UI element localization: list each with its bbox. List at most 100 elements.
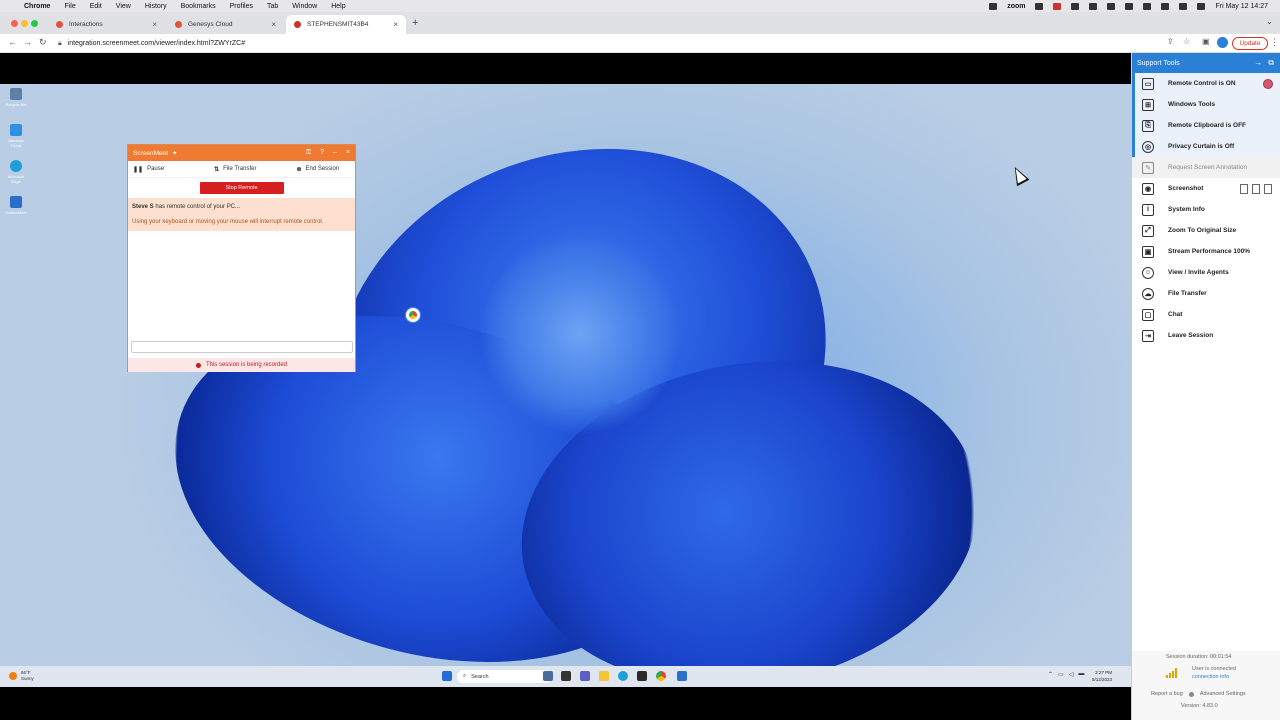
sidebar-icon[interactable]: ▣ (1202, 37, 1210, 46)
forward-icon[interactable]: → (23, 37, 32, 47)
tab-interactions[interactable]: Interactions × (48, 15, 165, 34)
screenshot-upload-icon[interactable] (1252, 183, 1260, 194)
desktop-icon-edge[interactable]: Microsoft Edge (4, 160, 28, 184)
more-menu-icon[interactable]: ⋮ (1270, 37, 1279, 48)
collapse-arrow-icon[interactable]: → (1254, 58, 1262, 68)
zoom-menu-label[interactable]: zoom (1007, 3, 1025, 10)
network-icon[interactable]: ▭ (1058, 671, 1064, 678)
close-tab-icon[interactable]: × (393, 20, 398, 29)
file-explorer-icon[interactable] (599, 671, 609, 681)
menubar-clock[interactable]: Fri May 12 14:27 (1215, 3, 1268, 10)
spotlight-icon[interactable] (1179, 2, 1188, 10)
taskbar-search[interactable]: ⌕ Search (457, 670, 552, 683)
chrome-desktop-icon[interactable] (406, 308, 420, 322)
close-window-icon[interactable] (11, 20, 18, 27)
taskbar-clock[interactable]: 2:27 PM 5/12/2023 (1092, 669, 1112, 683)
menu-history[interactable]: History (145, 3, 167, 10)
task-view-icon[interactable] (561, 671, 571, 681)
new-tab-icon[interactable]: + (412, 17, 418, 29)
update-button[interactable]: Update (1232, 37, 1268, 50)
moon-icon[interactable] (1107, 2, 1116, 10)
chat-input[interactable] (131, 341, 353, 353)
tab-stephensmit[interactable]: STEPHENSMIT43B4 × (286, 15, 406, 34)
tab-search-icon[interactable]: ⌄ (1266, 17, 1273, 26)
menu-help[interactable]: Help (331, 3, 345, 10)
tool-system-info[interactable]: i System Info (1132, 199, 1280, 220)
chrome-taskbar-icon[interactable] (656, 671, 666, 681)
battery-icon[interactable]: ▬ (1078, 671, 1084, 678)
tool-chat[interactable]: ▢ Chat (1132, 304, 1280, 325)
weather-widget[interactable]: 66°F Sunny (9, 670, 34, 682)
menu-tab[interactable]: Tab (267, 3, 278, 10)
connection-info-link[interactable]: connection info (1192, 674, 1229, 680)
lock-icon[interactable]: 🔒︎ (58, 40, 62, 48)
battery-icon[interactable] (1143, 2, 1152, 10)
tool-screenshot[interactable]: ◉ Screenshot (1132, 178, 1280, 199)
tool-leave-session[interactable]: ⇥ Leave Session (1132, 325, 1280, 346)
minimize-icon[interactable]: – (333, 149, 337, 157)
tab-genesys-cloud[interactable]: Genesys Cloud × (167, 15, 284, 34)
share-icon[interactable]: ⇪ (1167, 37, 1174, 46)
file-transfer-button[interactable]: ⇅ File Transfer (214, 166, 256, 173)
screenmeet-toolbar: ❚❚ Pause ⇅ File Transfer ⊗ End Session (128, 161, 355, 178)
edge-taskbar-icon[interactable] (618, 671, 628, 681)
tool-windows-tools[interactable]: ⊞ Windows Tools (1132, 94, 1280, 115)
copilot-icon[interactable] (543, 671, 553, 681)
tool-icon[interactable] (1035, 2, 1044, 10)
dropbox-icon[interactable] (1089, 2, 1098, 10)
tool-invite-agents[interactable]: ☺ View / Invite Agents (1132, 262, 1280, 283)
stop-remote-button[interactable]: Stop Remote (199, 182, 284, 194)
tool-stream-performance[interactable]: ▣ Stream Performance 100% (1132, 241, 1280, 262)
advanced-settings-link[interactable]: Advanced Settings (1200, 691, 1246, 697)
desktop-icon-recycle-bin[interactable]: Recycle Bin (4, 88, 28, 107)
tool-remote-control[interactable]: ▭ Remote Control is ON (1132, 73, 1280, 94)
tool-request-annotation[interactable]: ✎ Request Screen Annotation (1132, 157, 1280, 178)
screenshot-download-icon[interactable] (1264, 183, 1272, 194)
menu-app[interactable]: Chrome (24, 3, 50, 10)
help-icon[interactable]: ? (320, 149, 324, 157)
screenmeet-titlebar[interactable]: ScreenMeet ✦ ⚿ ? – × (128, 145, 355, 161)
minimize-window-icon[interactable] (21, 20, 28, 27)
profile-avatar[interactable] (1217, 37, 1228, 48)
file-transfer-icon: ☁ (1142, 287, 1154, 300)
display-icon[interactable] (989, 2, 998, 10)
back-icon[interactable]: ← (8, 37, 17, 47)
report-bug-link[interactable]: Report a bug (1151, 691, 1183, 697)
record-icon[interactable] (1053, 2, 1062, 10)
screenmeet-taskbar-icon[interactable] (677, 671, 687, 681)
wifi-icon[interactable] (1161, 2, 1170, 10)
screenshot-copy-icon[interactable] (1240, 183, 1248, 194)
tool-remote-clipboard[interactable]: ⎘ Remote Clipboard is OFF (1132, 115, 1280, 136)
menu-window[interactable]: Window (292, 3, 317, 10)
camera-icon[interactable] (1071, 2, 1080, 10)
popout-icon[interactable]: ⧉ (1268, 58, 1274, 68)
menu-profiles[interactable]: Profiles (230, 3, 253, 10)
key-icon[interactable]: ⚿ (306, 149, 311, 157)
tool-zoom-original[interactable]: ⤢ Zoom To Original Size (1132, 220, 1280, 241)
maximize-window-icon[interactable] (31, 20, 38, 27)
store-icon[interactable] (637, 671, 647, 681)
bluetooth-icon[interactable] (1125, 2, 1134, 10)
close-tab-icon[interactable]: × (152, 20, 157, 29)
reload-icon[interactable]: ↻ (39, 37, 47, 48)
volume-icon[interactable]: ◁ (1069, 671, 1074, 678)
remote-control-toggle-icon[interactable] (1263, 78, 1273, 89)
control-center-icon[interactable] (1197, 2, 1206, 10)
chevron-up-icon[interactable]: ⌃ (1048, 671, 1053, 678)
url-field[interactable]: 🔒︎ integration.screenmeet.com/viewer/ind… (58, 37, 1158, 50)
menu-edit[interactable]: Edit (90, 3, 102, 10)
menu-file[interactable]: File (64, 3, 75, 10)
menu-view[interactable]: View (116, 3, 131, 10)
bookmark-star-icon[interactable]: ☆ (1183, 37, 1190, 46)
end-session-button[interactable]: ⊗ End Session (296, 166, 339, 173)
desktop-icon-screenmeet[interactable]: ScreenMeet (4, 196, 28, 215)
teams-icon[interactable] (580, 671, 590, 681)
tool-file-transfer[interactable]: ☁ File Transfer (1132, 283, 1280, 304)
close-tab-icon[interactable]: × (271, 20, 276, 29)
pause-button[interactable]: ❚❚ Pause (133, 166, 164, 173)
close-icon[interactable]: × (346, 149, 350, 157)
start-icon[interactable] (442, 671, 452, 681)
menu-bookmarks[interactable]: Bookmarks (181, 3, 216, 10)
tool-privacy-curtain[interactable]: ◎ Privacy Curtain is Off (1132, 136, 1280, 157)
desktop-icon-genesys[interactable]: Genesys Cloud (4, 124, 28, 148)
